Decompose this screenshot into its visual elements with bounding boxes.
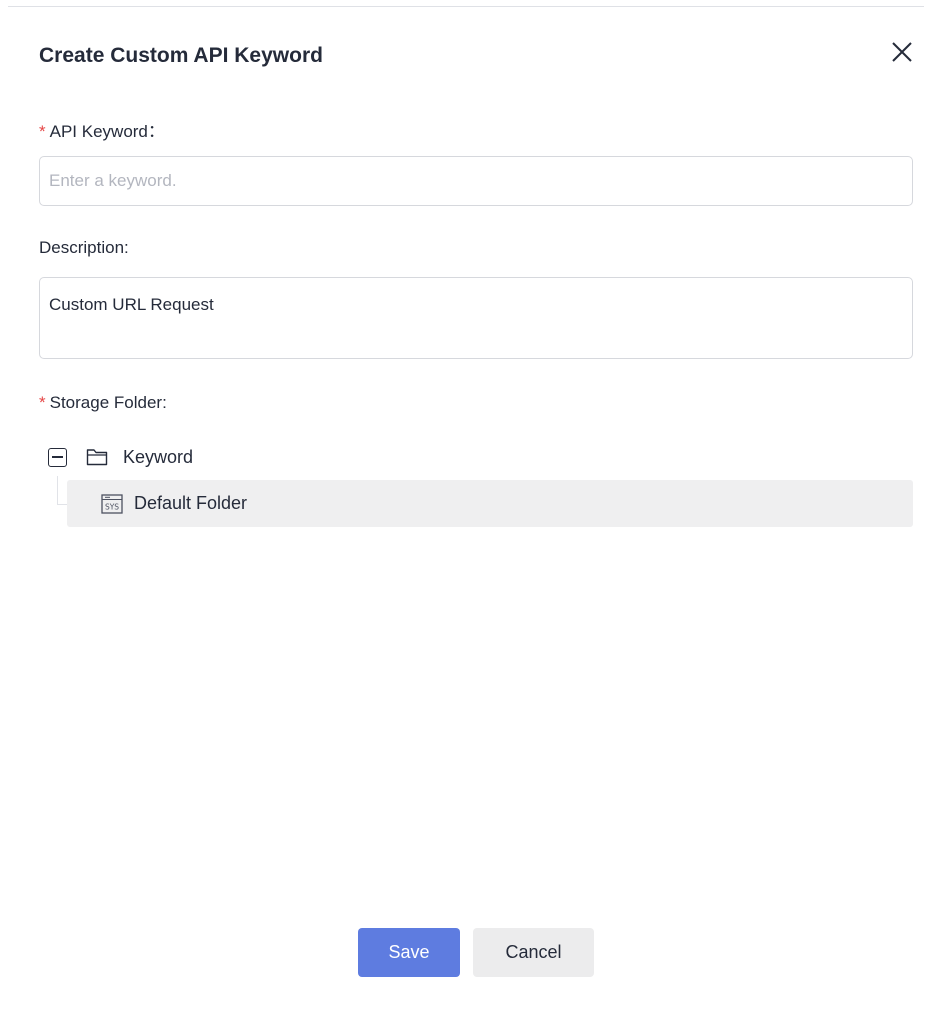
api-keyword-input[interactable] <box>39 156 913 206</box>
api-keyword-label-text: API Keyword： <box>49 122 165 141</box>
system-folder-icon: SYS <box>101 493 123 514</box>
tree-node-keyword[interactable]: Keyword <box>48 445 193 469</box>
dialog-top-border <box>8 6 924 7</box>
cancel-button[interactable]: Cancel <box>473 928 594 977</box>
storage-folder-label: * Storage Folder: <box>39 393 167 413</box>
close-icon[interactable] <box>889 39 915 65</box>
tree-node-label: Default Folder <box>134 493 248 513</box>
description-input[interactable]: Custom URL Request <box>39 277 913 359</box>
required-mark: * <box>39 393 46 412</box>
required-mark: * <box>39 122 46 141</box>
api-keyword-label: * API Keyword： <box>39 117 165 142</box>
svg-text:SYS: SYS <box>105 502 119 511</box>
save-button[interactable]: Save <box>358 928 460 977</box>
description-label: Description: <box>39 238 129 257</box>
tree-node-label: Keyword <box>123 446 194 467</box>
collapse-icon[interactable] <box>48 447 67 467</box>
tree-guide-line <box>57 504 67 505</box>
dialog-title: Create Custom API Keyword <box>39 44 323 67</box>
tree-node-default-folder[interactable]: SYS Default Folder <box>67 480 913 527</box>
folder-icon <box>86 449 108 466</box>
tree-guide-line <box>57 476 58 505</box>
storage-folder-label-text: Storage Folder: <box>49 393 167 412</box>
